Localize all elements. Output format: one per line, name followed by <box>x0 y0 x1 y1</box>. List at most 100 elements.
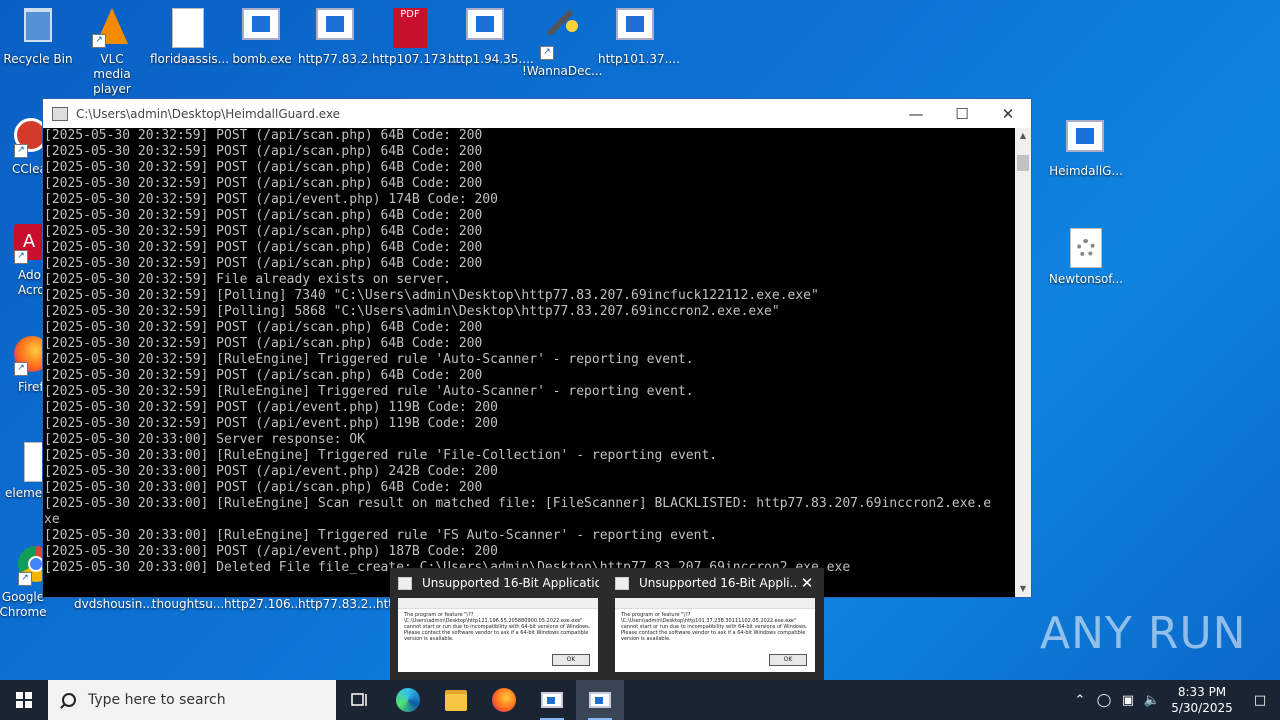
desktop-icon-label: thoughtsu... <box>151 597 225 611</box>
search-box[interactable]: Type here to search <box>48 680 336 720</box>
console-taskbar-button-2[interactable] <box>576 680 624 720</box>
desktop-icon[interactable]: Recycle Bin <box>0 2 76 67</box>
console-line: [2025-05-30 20:33:00] POST (/api/event.p… <box>44 544 498 559</box>
thumbnail-title: Unsupported 16-Bit Application <box>422 576 599 590</box>
taskbar-thumbnail-popup: Unsupported 16-Bit Application The progr… <box>390 568 824 680</box>
desktop-icon[interactable]: http77.83.2... <box>298 597 380 612</box>
search-icon <box>62 693 76 707</box>
scroll-down-icon[interactable]: ▼ <box>1015 581 1031 597</box>
thumbnail-preview[interactable]: The program or feature "\??\C:\Users\adm… <box>615 598 815 672</box>
desktop-icon[interactable]: PDF http107.173.... <box>372 2 462 67</box>
desktop-icon[interactable]: floridaassis... <box>150 2 230 67</box>
scroll-up-icon[interactable]: ▲ <box>1015 128 1031 144</box>
close-button[interactable]: ✕ <box>985 99 1031 128</box>
console-line: [2025-05-30 20:32:59] [Polling] 5868 "C:… <box>44 304 780 319</box>
desktop-icon-label: floridaassis... <box>150 52 230 66</box>
thumbnail-message: The program or feature "\??\C:\Users\adm… <box>621 612 808 642</box>
desktop-icon-heimdallguard[interactable]: HeimdallG... <box>1048 114 1124 179</box>
app-window-icon <box>589 692 611 708</box>
desktop-icon[interactable]: ↗ !WannaDec... <box>522 2 603 79</box>
console-window[interactable]: C:\Users\admin\Desktop\HeimdallGuard.exe… <box>42 98 1032 598</box>
console-line: [2025-05-30 20:32:59] [RuleEngine] Trigg… <box>44 384 694 399</box>
firefox-taskbar-button[interactable] <box>480 680 528 720</box>
network-icon[interactable]: ▣ <box>1116 693 1140 708</box>
desktop-icon-label: VLC media player <box>93 52 131 96</box>
console-line: [2025-05-30 20:32:59] POST (/api/scan.ph… <box>44 208 483 223</box>
thumbnail-preview[interactable]: The program or feature "\??\C:\Users\adm… <box>398 598 598 672</box>
file-explorer-taskbar-button[interactable] <box>432 680 480 720</box>
desktop-icon-label: http1.94.35.... <box>448 52 534 66</box>
console-app-icon <box>52 106 68 121</box>
recycle-bin-icon <box>18 8 58 48</box>
desktop-icon[interactable]: ↗ VLC media player <box>74 2 150 97</box>
console-line: [2025-05-30 20:32:59] POST (/api/scan.ph… <box>44 160 483 175</box>
thumbnail-1[interactable]: Unsupported 16-Bit Application The progr… <box>390 568 607 680</box>
start-button[interactable] <box>0 680 48 720</box>
thumbnail-message: The program or feature "\??\C:\Users\adm… <box>404 612 591 642</box>
pdf-icon: PDF <box>390 8 430 48</box>
desktop-icon-label: http101.37.... <box>598 52 680 66</box>
notification-icon[interactable]: □ <box>1240 693 1280 708</box>
ok-button[interactable]: OK <box>769 654 807 666</box>
desktop-icon-label: Google Chrome <box>0 590 47 619</box>
desktop-icon[interactable]: http77.83.2... <box>298 2 380 67</box>
maximize-button[interactable]: ☐ <box>939 99 985 128</box>
console-line: [2025-05-30 20:33:00] [RuleEngine] Trigg… <box>44 528 718 543</box>
console-text: [2025-05-30 20:32:59] POST (/api/scan.ph… <box>43 128 1016 576</box>
console-line: [2025-05-30 20:32:59] POST (/api/scan.ph… <box>44 224 483 239</box>
chevron-up-icon[interactable]: ⌃ <box>1068 693 1092 708</box>
security-icon[interactable]: ◯ <box>1092 693 1116 708</box>
console-line: [2025-05-30 20:32:59] POST (/api/scan.ph… <box>44 320 483 335</box>
minimize-button[interactable]: — <box>893 99 939 128</box>
console-line: [2025-05-30 20:33:00] [RuleEngine] Trigg… <box>44 448 718 463</box>
clock-date: 5/30/2025 <box>1171 701 1233 715</box>
volume-icon[interactable]: 🔈 <box>1140 693 1164 708</box>
desktop-icon[interactable]: http101.37.... <box>598 2 680 67</box>
thumbnail-2[interactable]: Unsupported 16-Bit Appli... ✕ The progra… <box>607 568 824 680</box>
console-taskbar-button-1[interactable] <box>528 680 576 720</box>
ok-button[interactable]: OK <box>552 654 590 666</box>
console-line: [2025-05-30 20:33:00] POST (/api/scan.ph… <box>44 480 483 495</box>
task-view-button[interactable] <box>336 680 384 720</box>
anyrun-watermark: ANY RUN <box>1040 608 1247 659</box>
console-scrollbar[interactable]: ▲ ▼ <box>1015 128 1031 597</box>
app-window-icon <box>615 576 629 590</box>
app-window-icon <box>466 8 506 48</box>
clock-time: 8:33 PM <box>1177 685 1227 699</box>
thumbnail-title: Unsupported 16-Bit Appli... <box>639 576 798 590</box>
console-line: [2025-05-30 20:32:59] POST (/api/scan.ph… <box>44 368 483 383</box>
edge-taskbar-button[interactable] <box>384 680 432 720</box>
taskbar: Type here to search ⌃ ◯ ▣ 🔈 8:33 PM 5/30… <box>0 680 1280 720</box>
console-title: C:\Users\admin\Desktop\HeimdallGuard.exe <box>76 106 341 121</box>
console-line: [2025-05-30 20:32:59] POST (/api/event.p… <box>44 400 498 415</box>
scroll-thumb[interactable] <box>1017 155 1029 171</box>
desktop-icon-newtonsoft[interactable]: Newtonsof... <box>1048 222 1124 287</box>
console-line: [2025-05-30 20:32:59] POST (/api/scan.ph… <box>44 256 483 271</box>
system-tray: ⌃ ◯ ▣ 🔈 8:33 PM 5/30/2025 □ <box>1068 680 1280 720</box>
console-line: [2025-05-30 20:32:59] POST (/api/scan.ph… <box>44 144 483 159</box>
edge-icon <box>396 688 420 712</box>
console-titlebar[interactable]: C:\Users\admin\Desktop\HeimdallGuard.exe… <box>43 99 1031 128</box>
close-icon[interactable]: ✕ <box>798 574 816 592</box>
console-line: [2025-05-30 20:32:59] File already exist… <box>44 272 451 287</box>
console-line: [2025-05-30 20:33:00] Server response: O… <box>44 432 365 447</box>
desktop-icon[interactable]: http27.106.... <box>224 597 306 612</box>
app-window-icon <box>1066 120 1106 160</box>
desktop-icon[interactable]: thoughtsu... <box>150 597 226 612</box>
vlc-icon: ↗ <box>92 8 132 48</box>
console-line: [2025-05-30 20:32:59] POST (/api/scan.ph… <box>44 240 483 255</box>
desktop-icon[interactable]: dvdshousin... <box>74 597 154 612</box>
console-line: [2025-05-30 20:32:59] POST (/api/event.p… <box>44 192 498 207</box>
desktop-icon-label: Ado Acro <box>18 268 45 297</box>
desktop-icon[interactable]: http1.94.35.... <box>448 2 534 67</box>
search-placeholder: Type here to search <box>88 692 226 708</box>
clock[interactable]: 8:33 PM 5/30/2025 <box>1164 684 1240 716</box>
console-output[interactable]: [2025-05-30 20:32:59] POST (/api/scan.ph… <box>43 128 1016 597</box>
console-line: [2025-05-30 20:32:59] POST (/api/scan.ph… <box>44 128 483 143</box>
console-line: xe <box>44 512 60 527</box>
desktop-icon-label: http27.106.... <box>224 597 306 611</box>
desktop-icon[interactable]: bomb.exe <box>224 2 300 67</box>
desktop-icon-label: bomb.exe <box>232 52 292 66</box>
folder-icon <box>445 689 467 711</box>
console-line: [2025-05-30 20:32:59] [RuleEngine] Trigg… <box>44 352 694 367</box>
